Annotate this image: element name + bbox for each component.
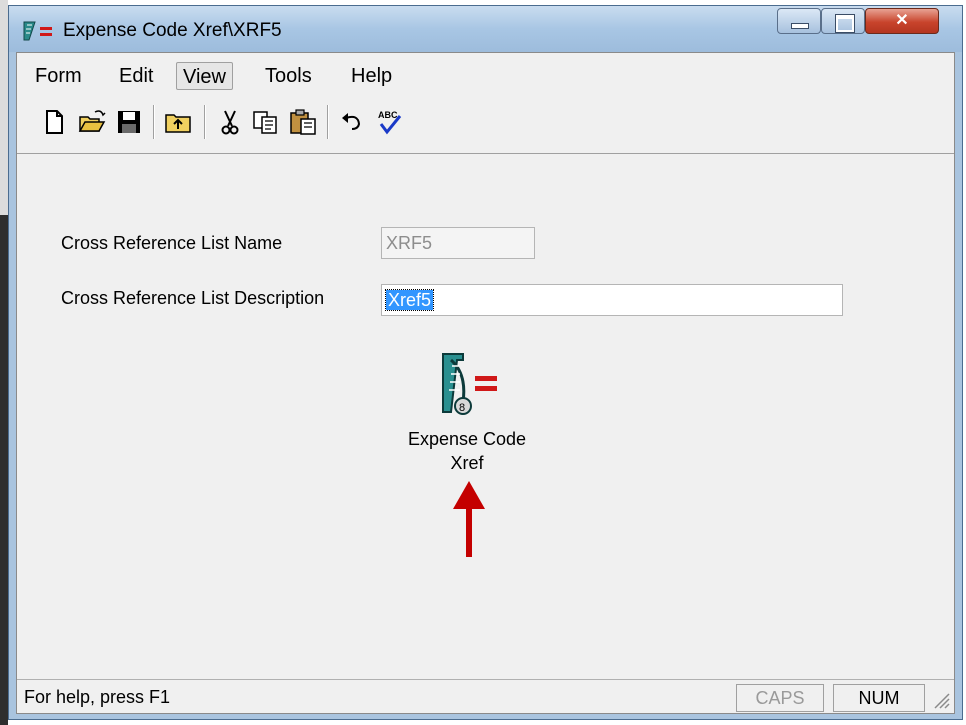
- caps-indicator: CAPS: [736, 684, 824, 712]
- description-field[interactable]: Xref5: [381, 284, 843, 316]
- description-label: Cross Reference List Description: [61, 288, 325, 308]
- icon-caption-line2: Xref: [450, 453, 484, 473]
- client-area: Form Edit View Tools Help ABC Cross Refe…: [16, 52, 955, 714]
- svg-text:8: 8: [459, 402, 465, 414]
- maximize-button[interactable]: [821, 8, 865, 34]
- svg-text:ABC: ABC: [378, 110, 398, 120]
- paste-icon[interactable]: [288, 107, 318, 137]
- save-disk-icon[interactable]: [114, 107, 144, 137]
- minimize-icon: [791, 23, 809, 29]
- menu-form[interactable]: Form: [29, 62, 88, 90]
- close-button[interactable]: ✕: [865, 8, 939, 34]
- new-document-icon[interactable]: [39, 107, 69, 137]
- red-arrow-annotation: [453, 481, 485, 557]
- icon-caption: Expense Code Xref: [382, 427, 552, 475]
- status-bar: For help, press F1 CAPS NUM: [17, 679, 954, 714]
- window-title: Expense Code Xref\XRF5: [63, 20, 282, 41]
- open-folder-icon[interactable]: [77, 107, 107, 137]
- up-folder-icon[interactable]: [163, 107, 193, 137]
- num-indicator: NUM: [833, 684, 925, 712]
- close-icon: ✕: [895, 12, 909, 29]
- menu-help[interactable]: Help: [345, 62, 398, 90]
- menu-bar: Form Edit View Tools Help: [17, 53, 954, 97]
- name-field[interactable]: XRF5: [381, 227, 535, 259]
- description-selected-text: Xref5: [384, 289, 435, 311]
- cut-scissors-icon[interactable]: [215, 107, 245, 137]
- name-label: Cross Reference List Name: [61, 233, 283, 253]
- icon-caption-line1: Expense Code: [407, 429, 527, 449]
- copy-icon[interactable]: [250, 107, 280, 137]
- menu-edit[interactable]: Edit: [113, 62, 159, 90]
- background-strip: [0, 0, 8, 725]
- minimize-button[interactable]: [777, 8, 821, 34]
- app-harp-icon: [23, 21, 52, 41]
- app-window: Expense Code Xref\XRF5 ✕ Form Edit View …: [8, 5, 963, 720]
- status-help-text: For help, press F1: [24, 687, 171, 707]
- toolbar: ABC: [17, 101, 954, 154]
- undo-icon[interactable]: [337, 107, 367, 137]
- menu-tools[interactable]: Tools: [259, 62, 318, 90]
- menu-view[interactable]: View: [176, 62, 233, 90]
- resize-grip-icon[interactable]: [931, 688, 951, 710]
- maximize-icon: [835, 14, 855, 33]
- expense-code-xref-icon[interactable]: 8: [433, 352, 503, 422]
- title-bar[interactable]: Expense Code Xref\XRF5 ✕: [9, 6, 962, 52]
- spellcheck-icon[interactable]: ABC: [374, 107, 404, 137]
